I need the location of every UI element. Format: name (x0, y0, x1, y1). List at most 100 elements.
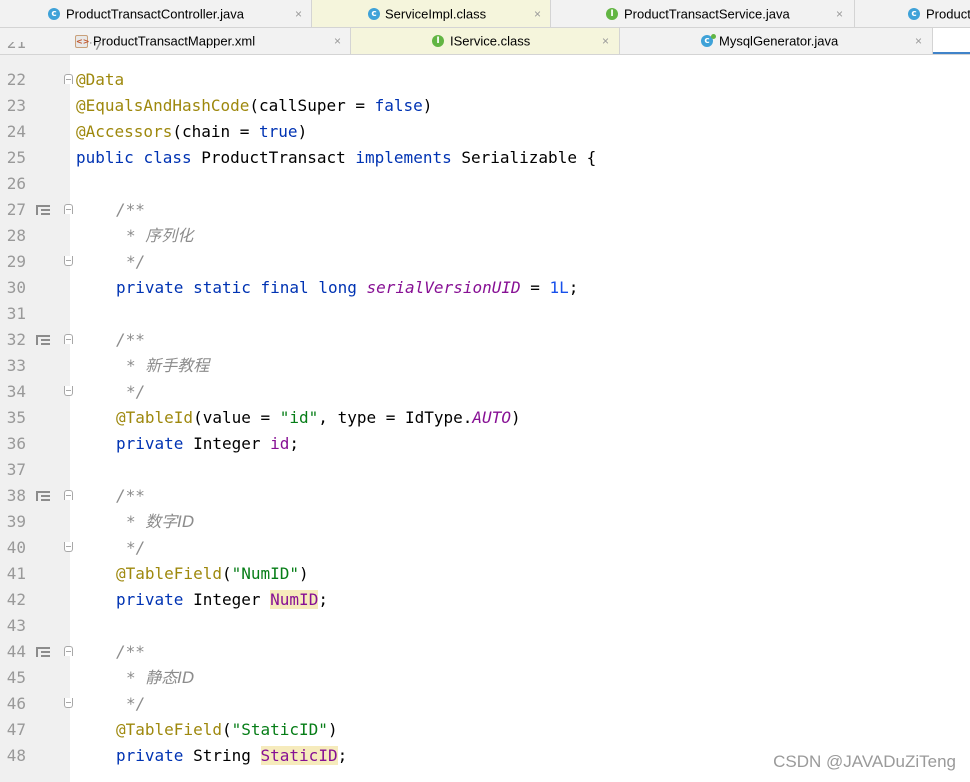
code-line: 44 /** (0, 639, 970, 665)
code-text: ( (221, 720, 232, 739)
line-number: 46 (6, 694, 26, 713)
code-line: 42 private Integer NumID; (0, 587, 970, 613)
close-icon[interactable]: × (295, 7, 302, 21)
code-text: ) (299, 564, 309, 583)
code-line: 45 * 静态ID (0, 665, 970, 691)
code-line: 34 */ (0, 379, 970, 405)
code-line: 29 */ (0, 249, 970, 275)
code-line: 35 @TableId(value = "id", type = IdType.… (0, 405, 970, 431)
line-number: 29 (6, 252, 26, 271)
fold-icon[interactable] (64, 698, 73, 708)
fold-icon[interactable] (64, 74, 73, 84)
code-text: = (520, 278, 550, 297)
comment-text: */ (126, 538, 146, 557)
class-name: ProductTransact (201, 148, 346, 167)
line-number: 34 (6, 382, 26, 401)
code-line: 30 private static final long serialVersi… (0, 275, 970, 301)
code-text: ( (221, 564, 232, 583)
line-number: 31 (6, 304, 26, 323)
annotation: @TableField (116, 720, 222, 739)
number-literal: 1L (549, 278, 569, 297)
line-number: 22 (6, 70, 26, 89)
rendered-doc-icon[interactable] (36, 335, 50, 347)
annotation: @EqualsAndHashCode (76, 96, 250, 115)
type-name: Integer (193, 434, 261, 453)
keyword: long (318, 278, 357, 297)
rendered-doc-icon[interactable] (36, 647, 50, 659)
comment-text: 静态ID (145, 668, 195, 687)
editor-tab-row-1: c ProductTransactController.java × c Ser… (0, 0, 970, 28)
code-text: (chain = (172, 122, 260, 141)
code-line: 32 /** (0, 327, 970, 353)
code-text: ) (327, 720, 338, 739)
class-icon: c (908, 7, 920, 20)
code-line: 28 * 序列化 (0, 223, 970, 249)
field-name-highlighted: StaticID (260, 746, 338, 765)
watermark: CSDN @JAVADuZiTeng (773, 752, 956, 771)
close-icon[interactable]: × (836, 7, 843, 21)
comment-text: 数字ID (145, 512, 195, 531)
line-number: 40 (6, 538, 26, 557)
tab-service-impl-class[interactable]: c ServiceImpl.class × (312, 0, 551, 27)
keyword: implements (355, 148, 452, 167)
keyword: public (76, 148, 134, 167)
string-literal: "NumID" (231, 564, 300, 583)
code-text: ) (422, 96, 433, 115)
code-text: ; (289, 434, 300, 453)
keyword: static (193, 278, 251, 297)
comment-text: */ (126, 382, 146, 401)
line-number: 27 (6, 200, 26, 219)
comment-text: /** (116, 330, 145, 349)
line-number: 33 (6, 356, 26, 375)
fold-icon[interactable] (64, 334, 73, 344)
tab-product-truncated[interactable]: c Product (855, 0, 970, 27)
line-number: 38 (6, 486, 26, 505)
code-line: 23 @EqualsAndHashCode(callSuper = false) (0, 93, 970, 119)
tab-product-transact-service[interactable]: I ProductTransactService.java × (551, 0, 855, 27)
close-icon[interactable]: × (534, 7, 541, 21)
code-line: 43 (0, 613, 970, 639)
keyword: class (143, 148, 192, 167)
code-line: 21 */ (0, 42, 970, 56)
line-number: 35 (6, 408, 26, 427)
code-line: 33 * 新手教程 (0, 353, 970, 379)
tab-label: ProductTransactController.java (66, 6, 244, 21)
line-number: 23 (6, 96, 26, 115)
line-number: 43 (6, 616, 26, 635)
comment-text: /** (116, 200, 145, 219)
keyword: private (116, 278, 184, 297)
keyword: true (259, 122, 298, 141)
keyword: private (116, 434, 184, 453)
annotation: @TableId (116, 408, 194, 427)
comment-text: 新手教程 (145, 356, 210, 375)
comment-text: */ (126, 694, 146, 713)
rendered-doc-icon[interactable] (36, 205, 50, 217)
line-number: 44 (6, 642, 26, 661)
interface-name: Serializable (461, 148, 577, 167)
keyword: private (116, 590, 184, 609)
comment-text: 序列化 (145, 226, 194, 245)
tab-product-transact-controller[interactable]: c ProductTransactController.java × (0, 0, 312, 27)
line-number: 48 (6, 746, 26, 765)
code-line: 31 (0, 301, 970, 327)
line-number: 39 (6, 512, 26, 531)
string-literal: "id" (279, 408, 319, 427)
code-text: (callSuper = (249, 96, 375, 115)
code-text: ; (568, 278, 579, 297)
comment-text: */ (86, 42, 106, 52)
tab-label: Product (926, 6, 970, 21)
fold-icon[interactable] (64, 490, 73, 500)
rendered-doc-icon[interactable] (36, 491, 50, 503)
fold-icon[interactable] (64, 256, 73, 266)
keyword: final (260, 278, 309, 297)
fold-icon[interactable] (64, 386, 73, 396)
comment-star: * (126, 668, 146, 687)
line-number: 37 (6, 460, 26, 479)
line-number: 30 (6, 278, 26, 297)
code-line: 27 /** (0, 197, 970, 223)
fold-icon[interactable] (64, 542, 73, 552)
fold-icon[interactable] (64, 646, 73, 656)
code-line: 39 * 数字ID (0, 509, 970, 535)
fold-icon[interactable] (64, 204, 73, 214)
code-line: 26 (0, 171, 970, 197)
